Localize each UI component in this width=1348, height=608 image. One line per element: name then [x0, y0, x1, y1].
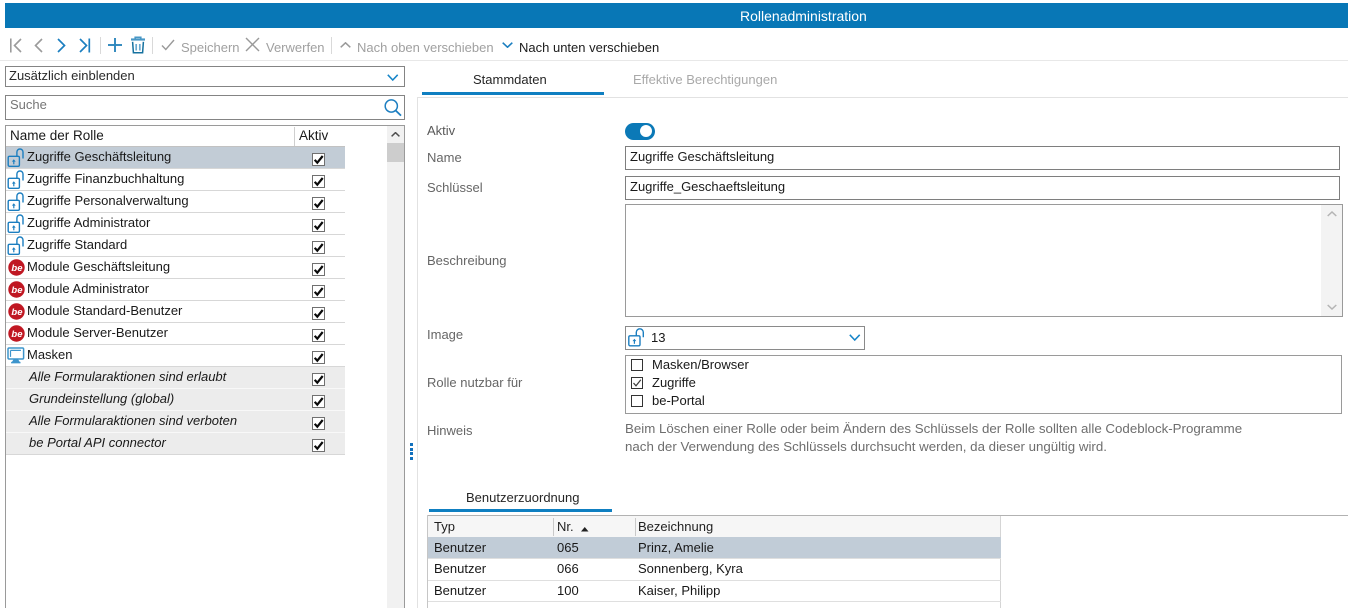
svg-text:be: be — [11, 263, 23, 274]
svg-text:be: be — [11, 329, 23, 340]
svg-text:be: be — [11, 285, 23, 296]
svg-text:be: be — [11, 307, 23, 318]
